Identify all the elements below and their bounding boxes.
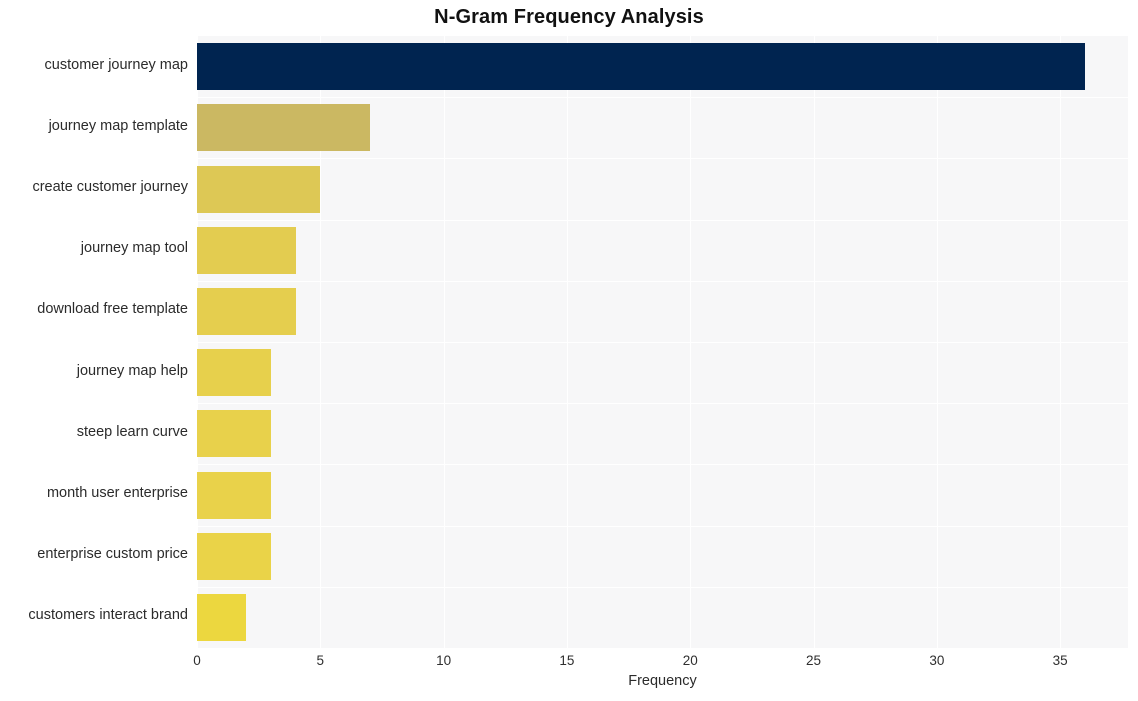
y-axis-tick-label: steep learn curve [76, 423, 188, 440]
x-axis-tick-label: 30 [929, 653, 945, 668]
bar [197, 43, 1085, 91]
x-axis-title: Frequency [628, 673, 697, 689]
y-axis-tick-labels: customer journey map journey map template… [0, 36, 197, 648]
x-axis-tick-label: 20 [682, 653, 698, 668]
x-axis-tick-label: 15 [559, 653, 575, 668]
bar [197, 410, 271, 458]
horizontal-gridline [197, 220, 1128, 221]
y-axis-tick-label: journey map template [48, 117, 188, 134]
vertical-gridline [690, 36, 692, 648]
chart-figure: N-Gram Frequency Analysis customer journ… [0, 0, 1138, 701]
x-axis-tick-label: 10 [436, 653, 452, 668]
y-axis-tick-label: journey map help [76, 362, 188, 379]
bar [197, 226, 296, 274]
y-axis-tick-label: month user enterprise [46, 485, 188, 501]
y-axis-tick-label: customers interact brand [28, 607, 188, 624]
vertical-gridline [443, 36, 445, 648]
horizontal-gridline [197, 97, 1128, 98]
bar [197, 104, 370, 152]
y-axis-tick-label: download free template [37, 301, 188, 318]
horizontal-gridline [197, 403, 1128, 404]
vertical-gridline [1060, 36, 1062, 648]
bar [197, 471, 271, 519]
horizontal-gridline [197, 526, 1128, 527]
vertical-gridline [936, 36, 938, 648]
horizontal-gridline [197, 342, 1128, 343]
vertical-gridline [813, 36, 815, 648]
x-axis-tick-label: 5 [316, 653, 325, 668]
x-axis-tick-label: 0 [193, 653, 201, 668]
plot-area [197, 36, 1128, 648]
y-axis-tick-label: create customer journey [32, 179, 188, 195]
horizontal-gridline [197, 464, 1128, 465]
bar [197, 532, 271, 580]
bar [197, 287, 296, 335]
bar [197, 349, 271, 397]
bar [197, 165, 321, 213]
horizontal-gridline [197, 158, 1128, 159]
y-axis-tick-label: customer journey map [44, 56, 188, 73]
y-axis-tick-label: journey map tool [80, 240, 188, 257]
page-title: N-Gram Frequency Analysis [434, 6, 704, 28]
x-axis-tick-label: 35 [1052, 653, 1068, 668]
horizontal-gridline [197, 281, 1128, 282]
y-axis-tick-label: enterprise custom price [37, 546, 188, 563]
vertical-gridline [566, 36, 568, 648]
horizontal-gridline [197, 587, 1128, 588]
x-axis-tick-label: 25 [806, 653, 822, 668]
bar [197, 593, 247, 641]
